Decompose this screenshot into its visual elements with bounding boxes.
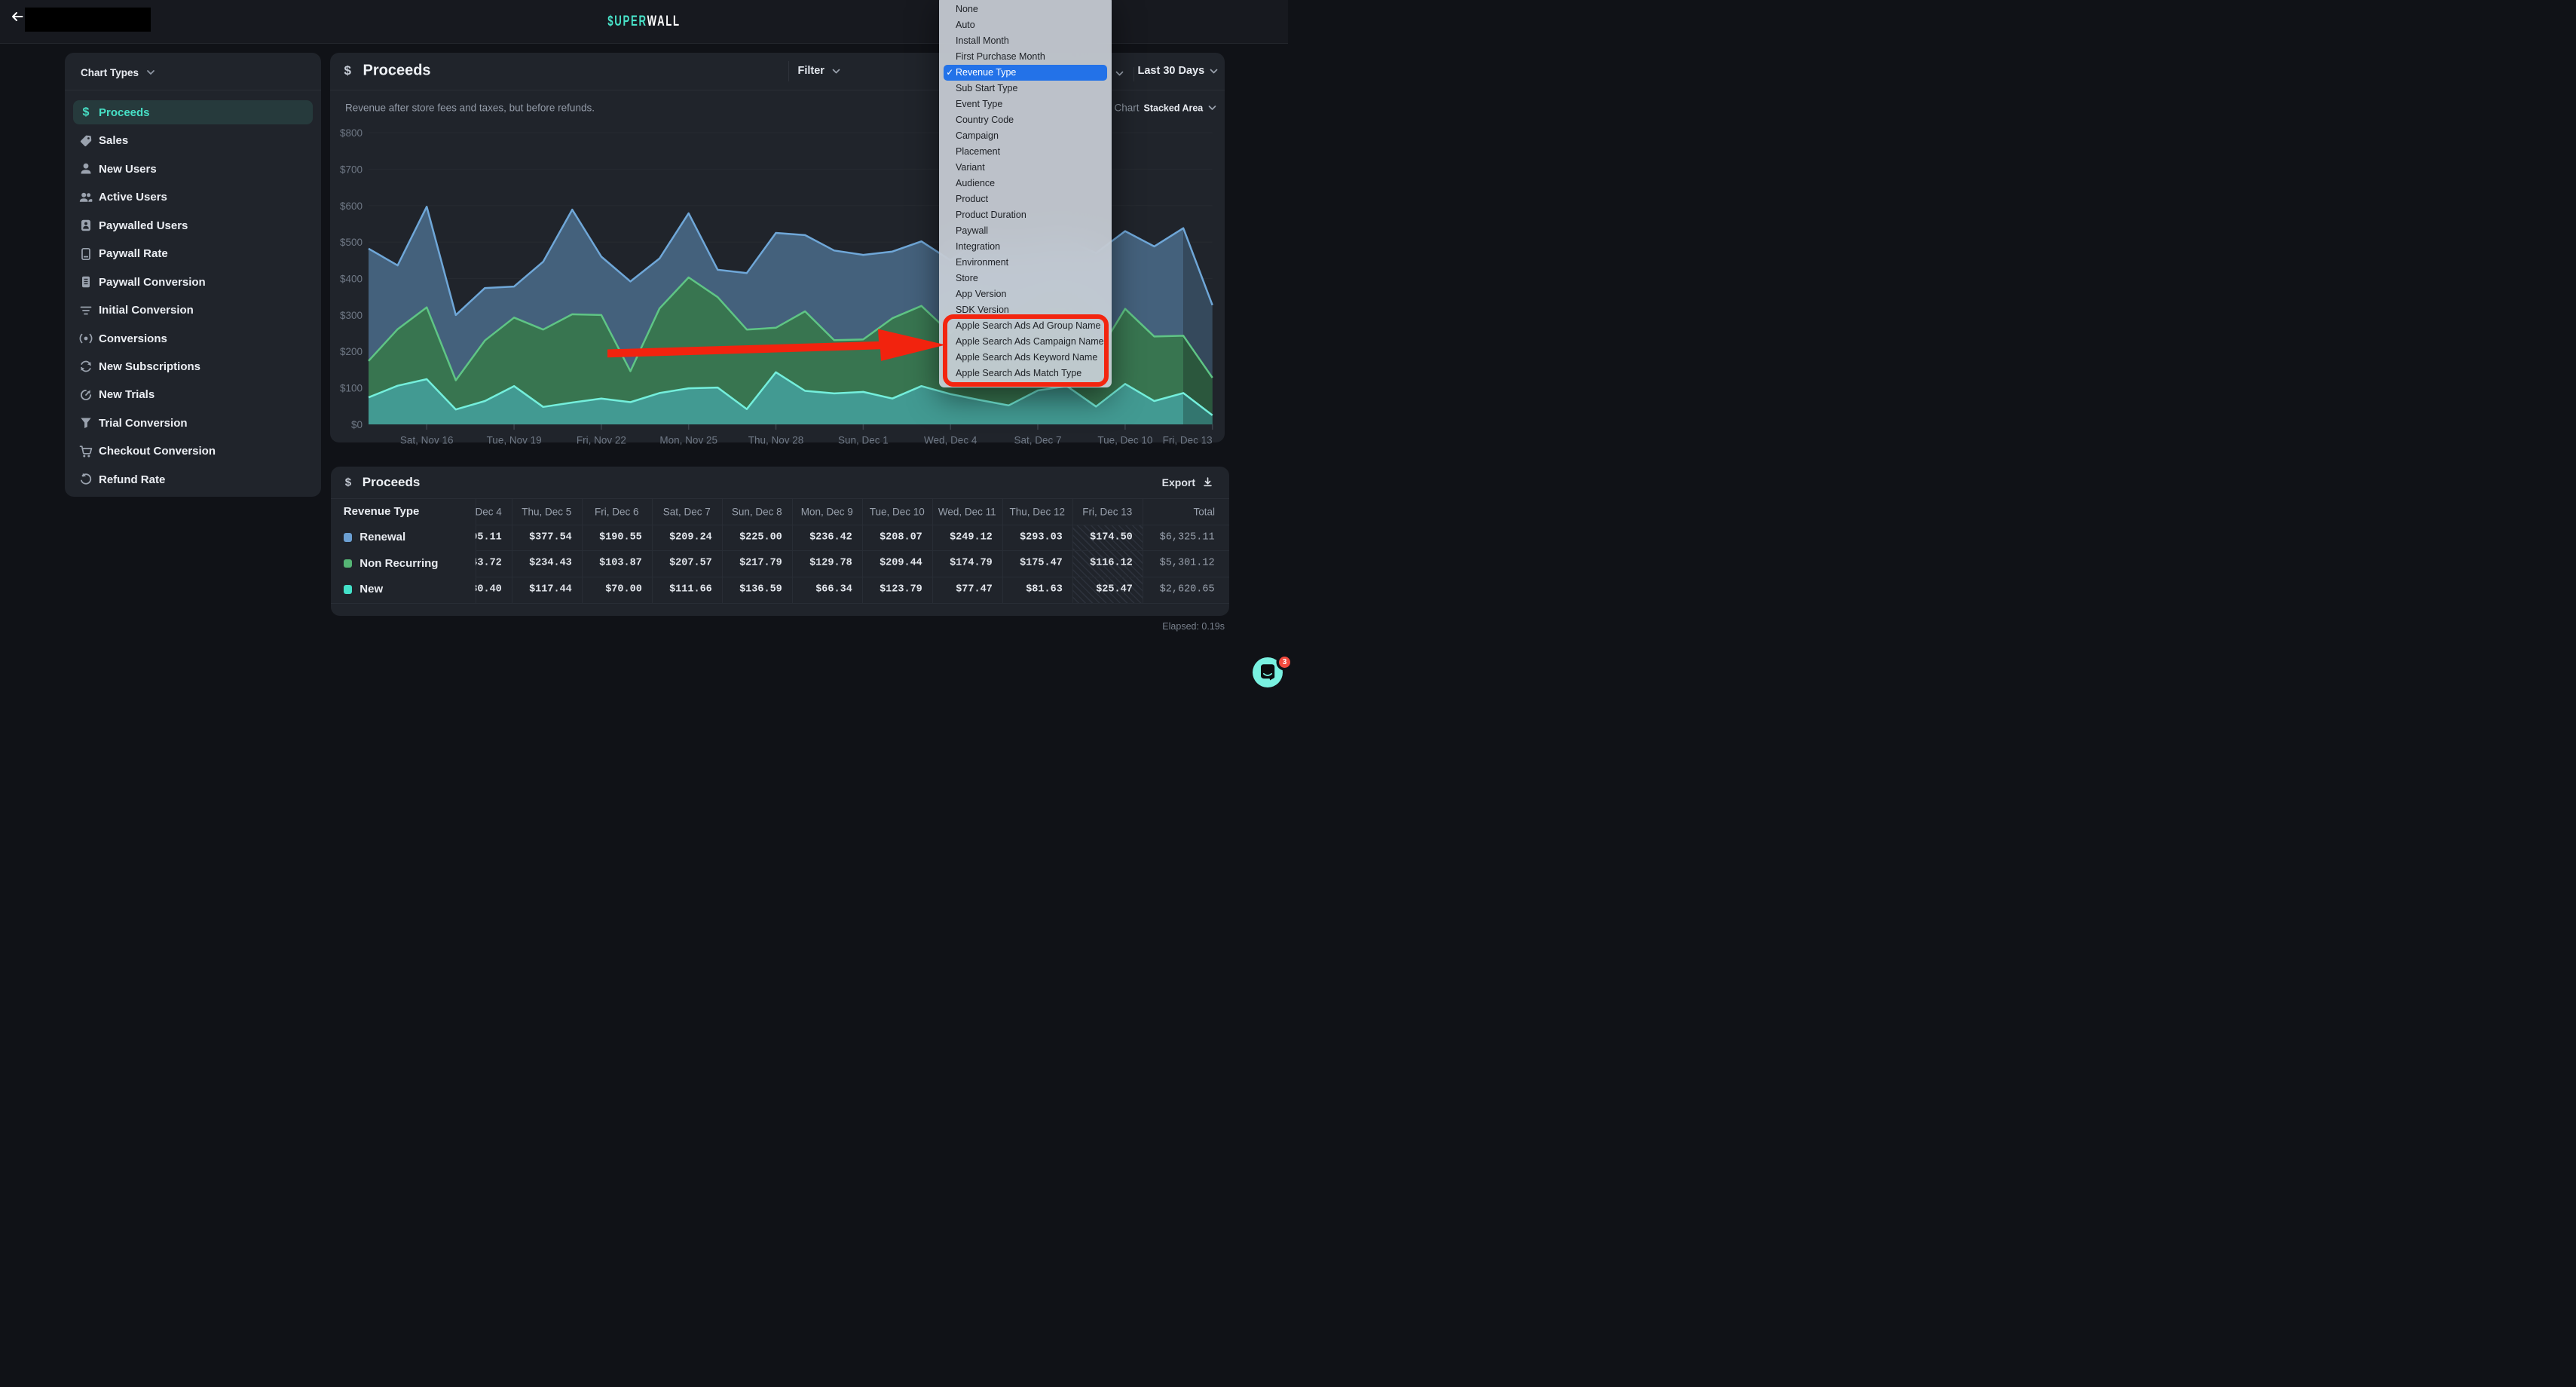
svg-text:$: $ bbox=[83, 106, 90, 119]
